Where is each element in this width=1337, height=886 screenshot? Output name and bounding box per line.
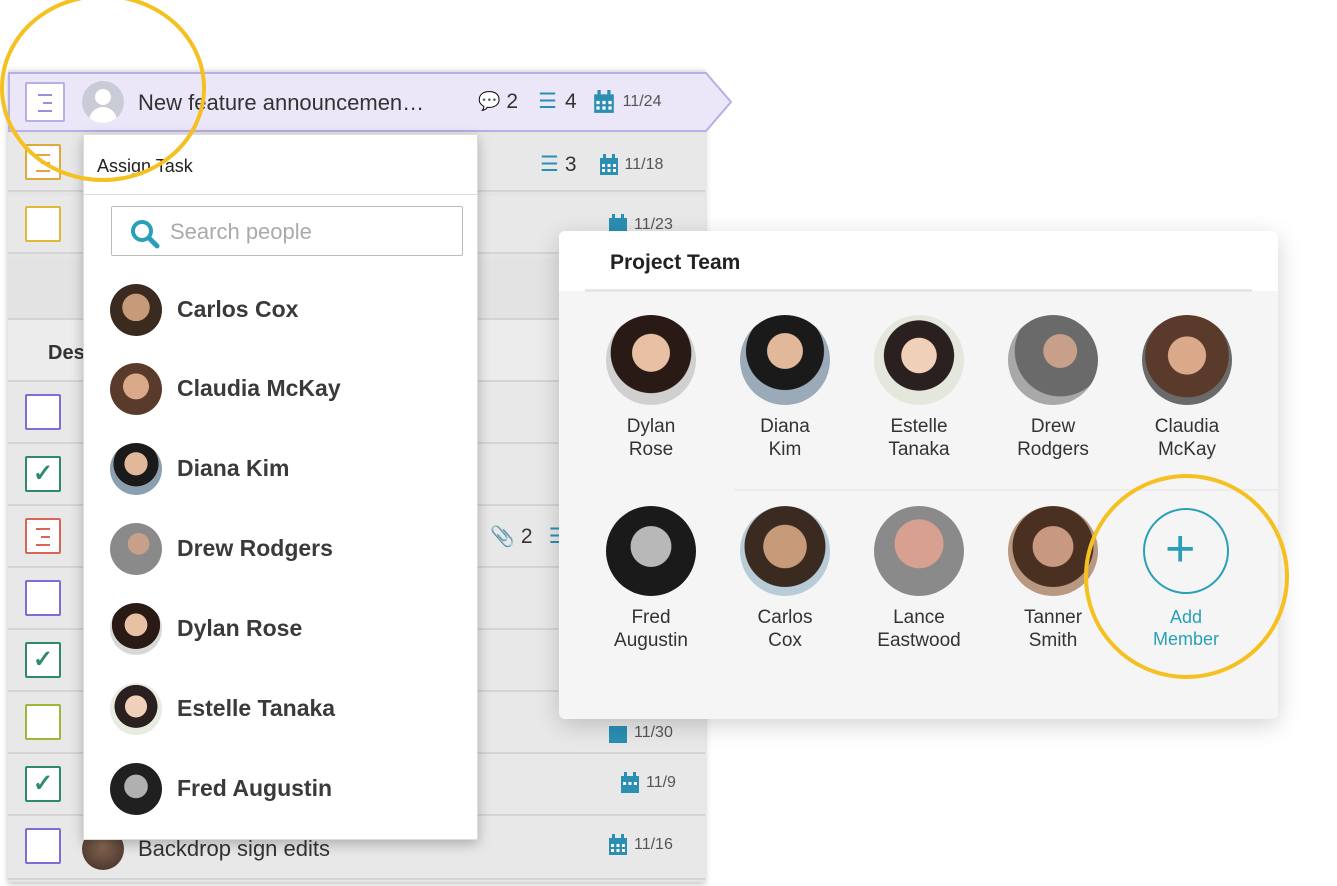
task-meta: 11/9 (620, 772, 676, 794)
member-name: Diana Kim (760, 416, 810, 460)
person-option[interactable]: Drew Rodgers (110, 523, 450, 575)
checklist-icon: ☰ (540, 153, 559, 176)
due-date: 11/18 (624, 155, 664, 173)
calendar-icon (599, 153, 618, 175)
task-checkbox[interactable] (25, 828, 61, 864)
task-meta: ☰ 3 11/18 (540, 152, 663, 177)
team-member[interactable]: Claudia McKay (1120, 315, 1254, 461)
team-member[interactable]: Dylan Rose (584, 315, 718, 461)
task-meta: 11/30 (608, 722, 673, 744)
member-name: Dylan Rose (626, 416, 676, 460)
assign-task-dropdown: Assign Task Carlos Cox Claudia McKay Dia… (83, 134, 478, 840)
search-icon (131, 220, 160, 249)
avatar (110, 523, 162, 575)
task-checkbox[interactable] (25, 394, 61, 430)
member-name: Carlos Cox (757, 607, 813, 651)
divider (84, 194, 477, 195)
check-icon: ✓ (33, 646, 54, 673)
comment-count: 2 (506, 89, 519, 113)
avatar (874, 315, 964, 405)
avatar (110, 443, 162, 495)
task-meta: 11/16 (608, 834, 673, 856)
due-date: 11/24 (622, 92, 662, 110)
task-checkbox[interactable] (25, 704, 61, 740)
member-name: Estelle Tanaka (888, 416, 950, 460)
avatar (110, 683, 162, 735)
calendar-icon (593, 89, 614, 113)
avatar (740, 315, 830, 405)
calendar-icon (609, 834, 627, 855)
attachment-count: 2 (520, 524, 533, 548)
avatar (606, 315, 696, 405)
calendar-icon (609, 726, 627, 743)
avatar (740, 506, 830, 596)
comment-icon: 💬 (478, 91, 501, 111)
avatar (874, 506, 964, 596)
check-icon: ✓ (33, 770, 54, 797)
person-option[interactable]: Claudia McKay (110, 363, 450, 415)
avatar (1142, 315, 1232, 405)
calendar-icon (621, 772, 639, 793)
person-option[interactable]: Estelle Tanaka (110, 683, 450, 735)
task-meta: 📎 2 ☰ (490, 524, 567, 549)
subtask-count: 3 (564, 152, 577, 176)
subtask-count: 4 (564, 89, 577, 113)
member-name: Drew Rodgers (1017, 416, 1089, 460)
member-name: Claudia McKay (1154, 416, 1220, 460)
person-option[interactable]: Fred Augustin (110, 763, 450, 815)
task-checkbox[interactable]: ✓ (25, 642, 61, 678)
task-checkbox[interactable] (25, 580, 61, 616)
search-input[interactable] (168, 215, 452, 249)
avatar (606, 506, 696, 596)
checklist-icon: ☰ (538, 90, 557, 113)
person-name: Carlos Cox (177, 296, 299, 322)
due-date: 11/16 (634, 836, 673, 853)
highlight-ring (1084, 474, 1289, 679)
team-member[interactable]: Estelle Tanaka (852, 315, 986, 461)
avatar (110, 284, 162, 336)
task-checkbox[interactable] (25, 206, 61, 242)
task-checkbox[interactable]: ✓ (25, 456, 61, 492)
member-name: Fred Augustin (614, 607, 688, 651)
team-member[interactable]: Drew Rodgers (986, 315, 1120, 461)
team-member[interactable]: Fred Augustin (584, 506, 718, 652)
team-member[interactable]: Lance Eastwood (852, 506, 986, 652)
card-header: Project Team (559, 231, 1278, 292)
team-member[interactable]: Carlos Cox (718, 506, 852, 652)
card-title: Project Team (610, 251, 741, 274)
check-icon: ✓ (33, 460, 54, 487)
member-name: Lance Eastwood (877, 607, 961, 651)
person-name: Drew Rodgers (177, 535, 333, 561)
person-name: Fred Augustin (177, 775, 333, 801)
person-option[interactable]: Diana Kim (110, 443, 450, 495)
person-name: Diana Kim (177, 455, 290, 481)
task-meta: 💬 2 ☰ 4 11/24 (478, 89, 661, 114)
section-title: Des (48, 342, 85, 364)
due-date: 11/30 (634, 724, 673, 741)
person-name: Estelle Tanaka (177, 695, 336, 721)
due-date: 11/9 (646, 774, 676, 791)
search-box[interactable] (111, 206, 463, 256)
person-name: Claudia McKay (177, 375, 341, 401)
avatar (1008, 315, 1098, 405)
task-type-icon[interactable] (25, 518, 61, 554)
divider (585, 289, 1252, 292)
team-member[interactable]: Diana Kim (718, 315, 852, 461)
paperclip-icon: 📎 (490, 526, 515, 548)
person-option[interactable]: Dylan Rose (110, 603, 450, 655)
avatar (110, 763, 162, 815)
task-checkbox[interactable]: ✓ (25, 766, 61, 802)
avatar (110, 603, 162, 655)
person-option[interactable]: Carlos Cox (110, 284, 450, 336)
person-name: Dylan Rose (177, 615, 303, 641)
avatar (110, 363, 162, 415)
highlight-ring (0, 0, 206, 182)
